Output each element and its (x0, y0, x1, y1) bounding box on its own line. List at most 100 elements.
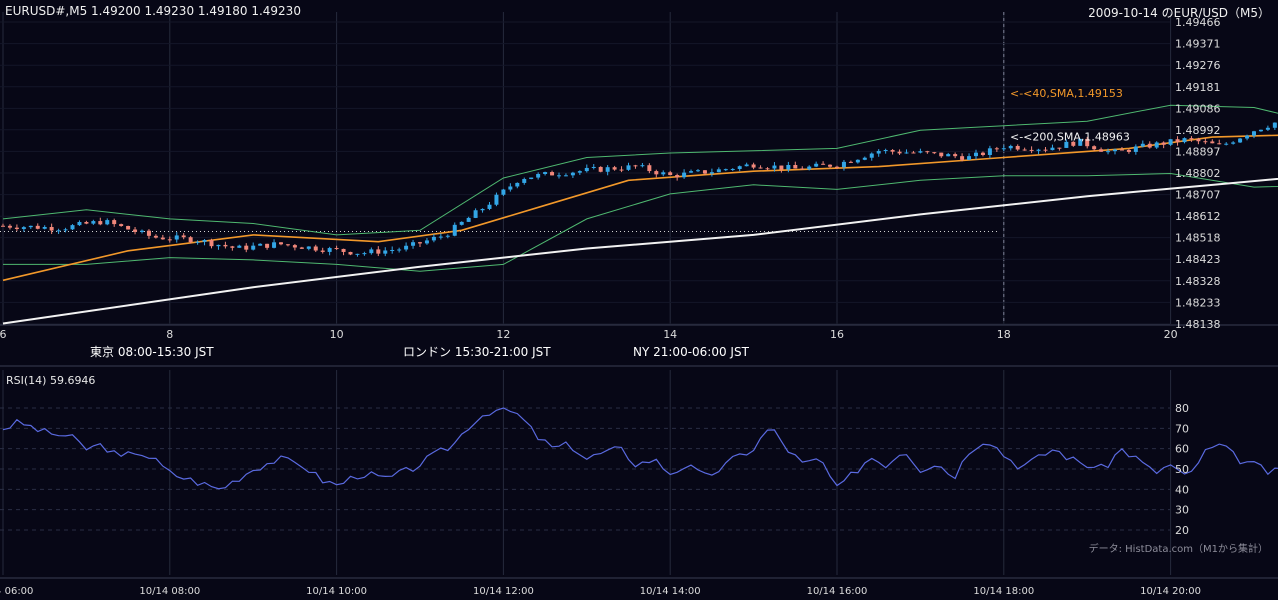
session-london-label: ロンドン 15:30-21:00 JST (403, 345, 551, 359)
candle-body (112, 220, 117, 225)
candle-body (216, 244, 221, 247)
candle-body (591, 166, 596, 168)
candle-body (1147, 143, 1152, 148)
candle-body (327, 248, 332, 252)
candle-body (765, 168, 770, 170)
candle-body (279, 242, 283, 245)
price-tick-label: 1.49181 (1175, 81, 1221, 94)
candle-body (355, 253, 360, 255)
rsi-tick-label: 30 (1175, 504, 1189, 517)
candle-body (306, 246, 311, 249)
candle-body (383, 250, 388, 254)
candle-body (181, 235, 186, 238)
time-tick-label: 10/14 06:00 (0, 586, 33, 597)
candle-body (967, 156, 972, 160)
candle-body (536, 174, 541, 178)
candle-body (758, 167, 763, 169)
candle-body (807, 166, 812, 170)
candle-body (675, 175, 680, 178)
session-london: ロンドン 15:30-21:00 JST (397, 342, 627, 363)
candle-body (1245, 135, 1250, 139)
trading-chart[interactable]: 1.494661.493711.492761.491811.490861.489… (0, 0, 1278, 600)
rsi-tick-label: 40 (1175, 483, 1189, 496)
candle-body (890, 149, 895, 152)
candle-body (84, 221, 89, 224)
candle-body (1113, 149, 1117, 152)
candle-body (994, 148, 999, 150)
candle-body (1189, 138, 1194, 140)
hour-tick-label: 8 (166, 328, 173, 341)
price-tick-label: 1.49276 (1175, 59, 1221, 72)
candle-body (1140, 143, 1145, 147)
rsi-tick-label: 60 (1175, 443, 1189, 456)
candle-body (487, 204, 492, 209)
candle-body (320, 250, 325, 252)
session-newyork-label: NY 21:00-06:00 JST (633, 345, 749, 359)
candle-body (272, 242, 277, 248)
hour-tick-label: 14 (663, 328, 677, 341)
candle-body (153, 235, 158, 238)
candle-body (1050, 147, 1055, 151)
candle-body (869, 153, 874, 158)
candle-body (709, 172, 714, 174)
candle-body (119, 224, 124, 226)
candle-body (841, 161, 846, 168)
candle-body (452, 224, 457, 236)
candle-body (550, 172, 555, 176)
price-tick-label: 1.48707 (1175, 189, 1221, 202)
candle-body (1224, 143, 1229, 145)
time-tick-label: 10/14 16:00 (807, 586, 868, 597)
candle-body (501, 189, 506, 195)
candle-body (21, 227, 26, 229)
candle-body (987, 148, 992, 155)
candle-body (953, 154, 958, 157)
candle-body (299, 247, 304, 249)
price-tick-label: 1.48328 (1175, 275, 1221, 288)
candle-body (188, 237, 193, 243)
time-axis: 10/14 06:00 10/14 08:00 10/14 10:00 10/14 1… (0, 586, 1201, 597)
candle-body (508, 186, 513, 190)
candle-body (626, 165, 631, 170)
time-tick-label: 10/14 18:00 (973, 586, 1034, 597)
candle-body (397, 249, 402, 251)
candle-body (126, 225, 131, 230)
candle-body (828, 164, 833, 167)
price-tick-label: 1.49371 (1175, 38, 1221, 51)
rsi-grid (0, 370, 1172, 575)
candle-body (445, 235, 450, 237)
candle-body (647, 165, 652, 172)
candle-body (404, 245, 409, 250)
candle-body (292, 245, 297, 248)
candle-body (1008, 145, 1013, 149)
candle-body (390, 249, 395, 251)
candle-body (570, 172, 575, 176)
candle-body (598, 166, 603, 172)
indicator-labels: <-<40,SMA,1.49153 <-<200,SMA,1.48963 (1010, 87, 1130, 143)
rsi-tick-label: 20 (1175, 524, 1189, 537)
price-tick-label: 1.48233 (1175, 296, 1221, 309)
price-tick-label: 1.48897 (1175, 145, 1221, 158)
candle-body (140, 230, 144, 232)
candle-body (1231, 142, 1236, 144)
price-tick-label: 1.49086 (1175, 102, 1221, 115)
indicator-label: <-<200,SMA,1.48963 (1010, 130, 1130, 143)
candle-body (897, 151, 902, 154)
sma200-line (2, 177, 1278, 325)
candle-body (14, 227, 19, 229)
candle-body (411, 242, 416, 246)
candle-body (334, 248, 339, 250)
candle-body (904, 152, 909, 154)
hour-axis: 6810121416182022024 (0, 328, 1178, 341)
sma40-line (2, 134, 1278, 282)
candle-body (779, 165, 784, 170)
candle-body (1001, 148, 1006, 150)
candle-body (285, 244, 290, 246)
candle-body (1015, 145, 1020, 150)
candle-body (744, 164, 749, 167)
hour-tick-label: 20 (1164, 328, 1178, 341)
candle-body (195, 241, 200, 243)
candle-body (848, 161, 853, 163)
candle-body (772, 165, 777, 169)
candle-body (1092, 146, 1097, 150)
session-tokyo-label: 東京 08:00-15:30 JST (90, 345, 214, 359)
